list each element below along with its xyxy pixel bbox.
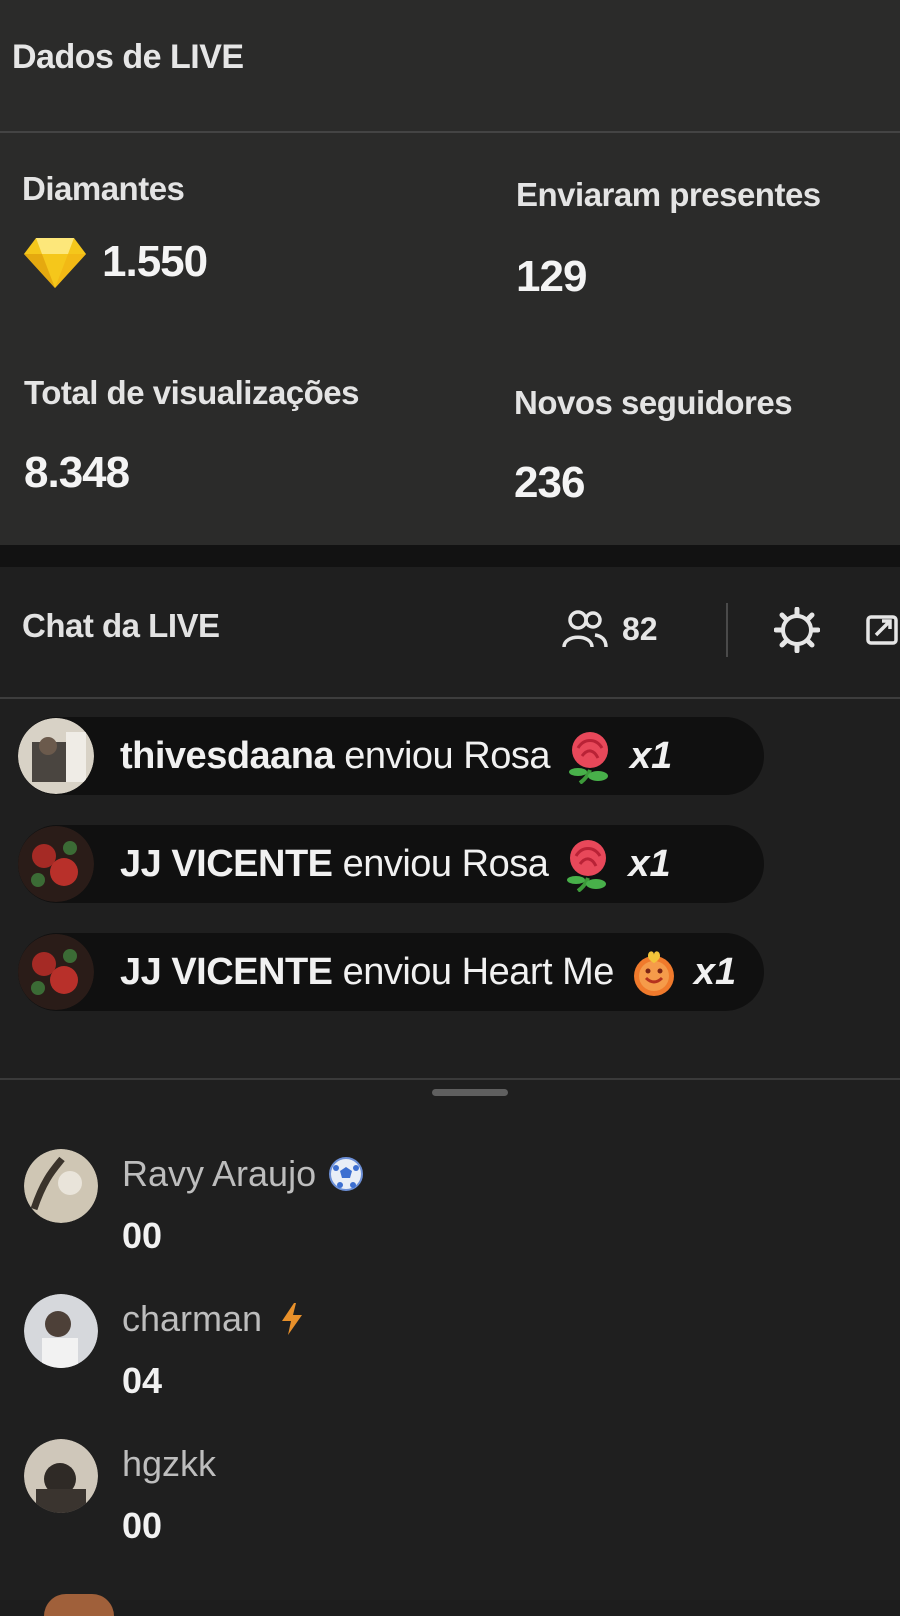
- avatar[interactable]: [24, 1439, 98, 1513]
- gift-sender[interactable]: JJ VICENTE: [120, 843, 333, 885]
- lightning-icon: [282, 1303, 303, 1335]
- gift-name: Rosa: [463, 734, 550, 777]
- stat-views-value: 8.348: [24, 448, 130, 497]
- gift-notifications: thivesdaana enviou Rosa x1 JJ VICENTE en…: [18, 717, 765, 1041]
- viewer-count: 82: [622, 610, 658, 647]
- comment-username[interactable]: hgzkk: [122, 1443, 216, 1485]
- gift-notification: JJ VICENTE enviou Heart Me x1: [18, 933, 765, 1011]
- people-icon: [562, 610, 608, 648]
- section-separator: [0, 545, 900, 567]
- heart-me-icon: [633, 951, 674, 996]
- stat-gifters-label: Enviaram presentes: [516, 176, 821, 213]
- rose-icon: [568, 732, 608, 784]
- comment-text: 00: [122, 1215, 163, 1256]
- stat-gifters: Enviaram presentes 129: [516, 176, 821, 302]
- gift-name: Heart Me: [461, 950, 615, 993]
- stat-gifters-value: 129: [516, 252, 587, 301]
- gift-area-divider: [0, 1078, 900, 1080]
- live-chat-panel: Chat da LIVE 82 thivesdaana enviou Rosa …: [0, 567, 900, 1616]
- avatar[interactable]: [24, 1294, 98, 1368]
- live-data-panel: Dados de LIVE Diamantes 1.550 Enviaram p…: [0, 0, 900, 545]
- stat-views: Total de visualizações 8.348: [24, 374, 360, 498]
- gift-sender[interactable]: thivesdaana: [120, 735, 335, 777]
- gift-count: x1: [628, 842, 671, 885]
- gear-icon[interactable]: [774, 607, 820, 653]
- comment-text: 00: [122, 1505, 163, 1546]
- stat-diamonds-label: Diamantes: [22, 170, 185, 207]
- gift-notification: JJ VICENTE enviou Rosa x1: [18, 825, 765, 903]
- toolbar-divider: [726, 603, 728, 657]
- avatar[interactable]: [18, 934, 94, 1010]
- stat-diamonds-value: 1.550: [102, 237, 208, 286]
- avatar[interactable]: [24, 1149, 98, 1223]
- gift-notification: thivesdaana enviou Rosa x1: [18, 717, 765, 795]
- comment-username[interactable]: Ravy Araujo: [122, 1153, 316, 1195]
- viewer-count-button[interactable]: 82: [562, 609, 658, 649]
- stat-views-label: Total de visualizações: [24, 374, 360, 411]
- gift-name: Rosa: [461, 842, 549, 885]
- stat-followers-label: Novos seguidores: [514, 384, 793, 421]
- diamond-icon: [24, 238, 86, 288]
- stat-followers: Novos seguidores 236: [514, 384, 793, 508]
- soccer-ball-icon: [329, 1157, 364, 1191]
- rose-icon: [567, 840, 607, 892]
- avatar[interactable]: [18, 718, 94, 794]
- drag-handle[interactable]: [432, 1089, 508, 1096]
- share-icon[interactable]: [866, 611, 900, 647]
- avatar[interactable]: [18, 826, 94, 902]
- gift-count: x1: [693, 950, 737, 993]
- gift-sender[interactable]: JJ VICENTE: [120, 951, 333, 993]
- stat-diamonds: Diamantes 1.550: [22, 170, 208, 290]
- avatar[interactable]: [44, 1594, 114, 1616]
- comment-text: 04: [122, 1360, 163, 1401]
- live-data-title: Dados de LIVE: [12, 38, 244, 76]
- comment-username[interactable]: charman: [122, 1298, 262, 1340]
- stat-followers-value: 236: [514, 458, 585, 507]
- gift-count: x1: [629, 734, 673, 777]
- chat-header-divider: [0, 697, 900, 699]
- live-chat-title: Chat da LIVE: [22, 607, 220, 644]
- stats-divider: [0, 131, 900, 133]
